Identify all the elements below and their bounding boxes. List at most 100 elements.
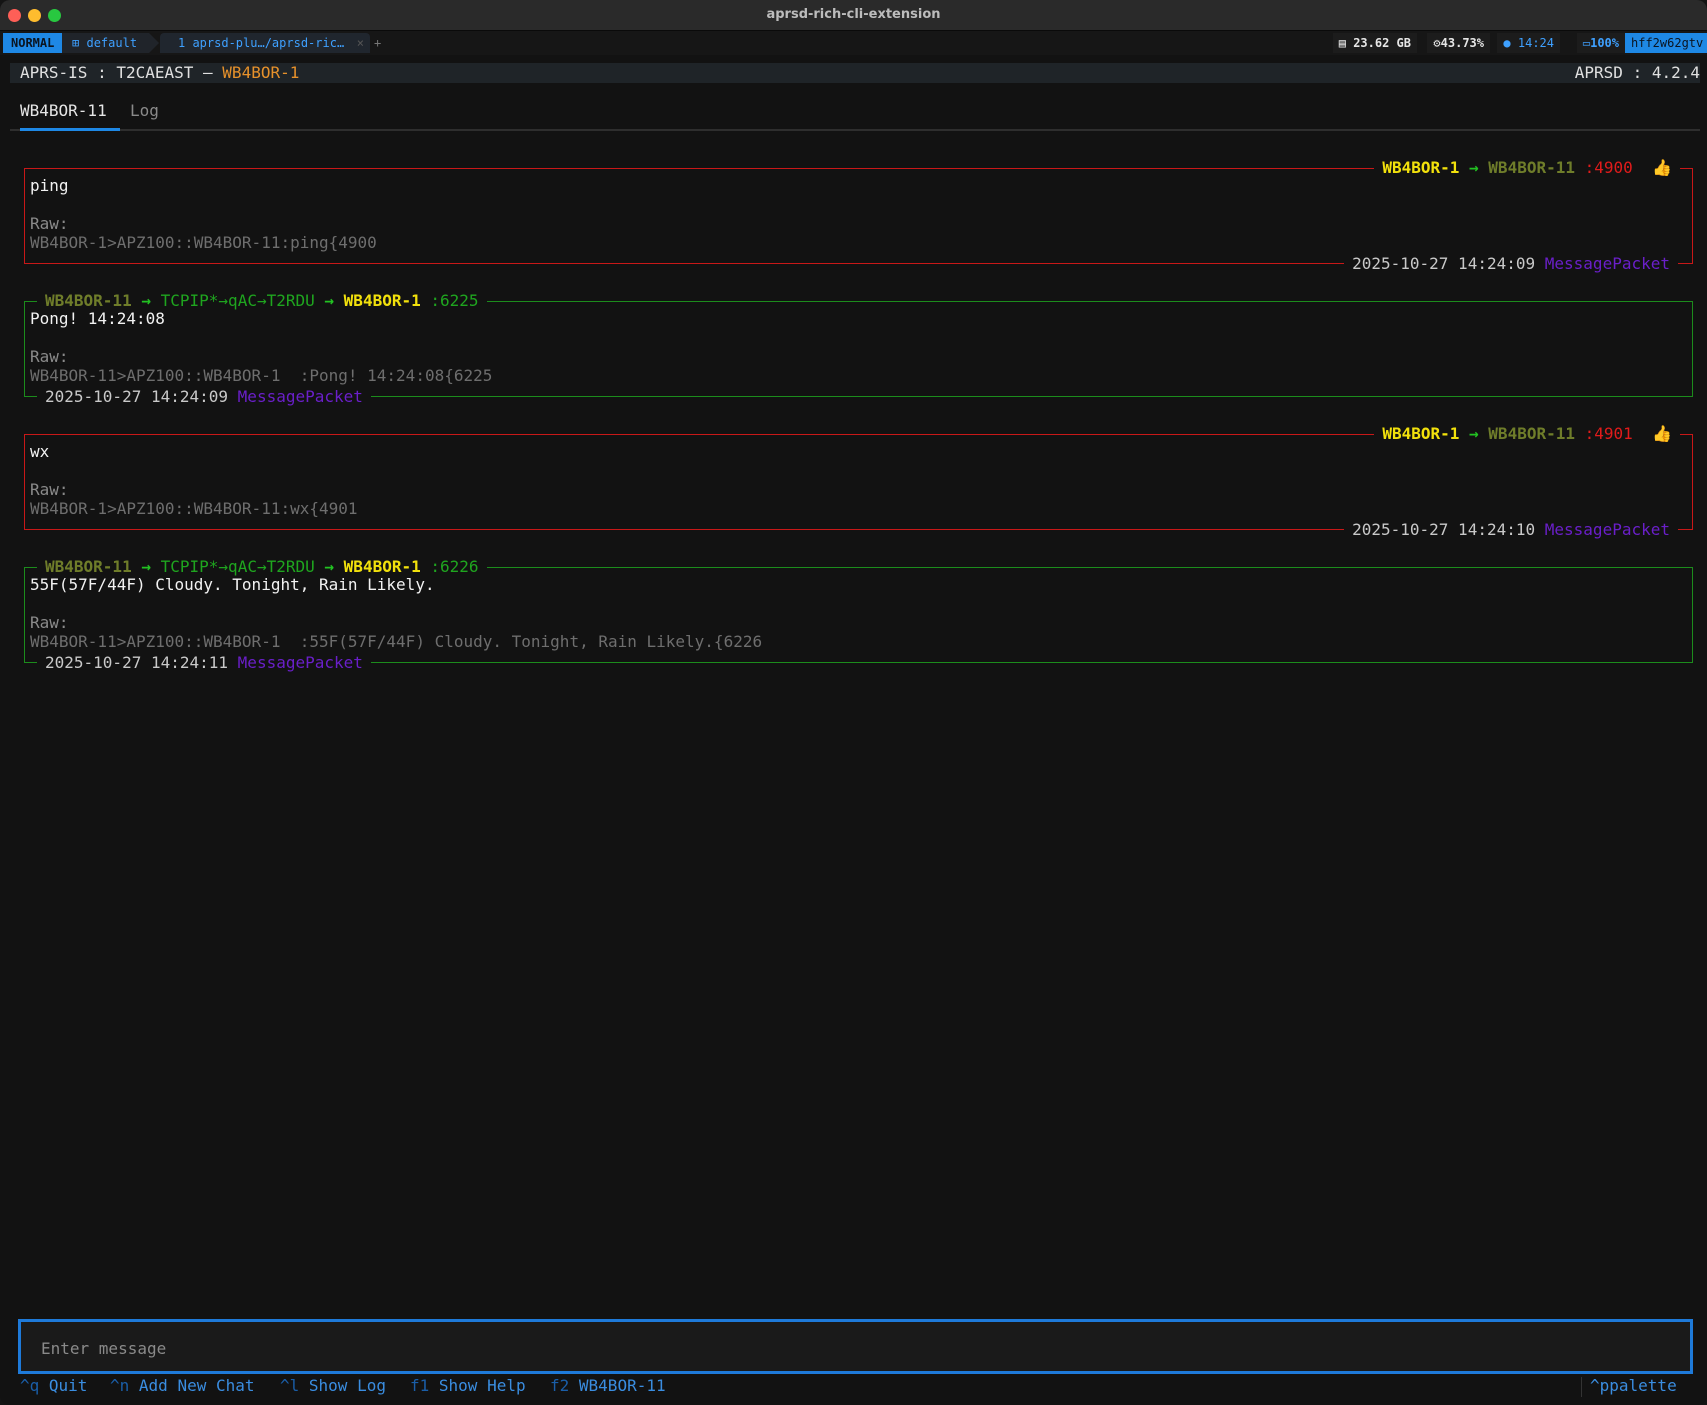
raw-label: Raw: — [30, 613, 69, 632]
message-number: :4901 — [1584, 424, 1633, 443]
terminal-tab[interactable]: 1 aprsd-plu…/aprsd-ric… × — [160, 33, 370, 53]
active-tab-indicator — [20, 128, 120, 131]
title-bar: aprsd-rich-cli-extension — [0, 0, 1707, 31]
message-card: WB4BOR-1 → WB4BOR-11 :4900 👍 ping Raw: W… — [24, 158, 1693, 274]
message-footer: 2025-10-27 14:24:11 MessagePacket — [37, 653, 371, 673]
message-body: wx Raw: WB4BOR-1>APZ100::WB4BOR-11:wx{49… — [30, 442, 358, 518]
arrow: → — [1469, 424, 1479, 443]
app-version: APRSD : 4.2.4 — [1574, 63, 1700, 82]
message-timestamp: 2025-10-27 14:24:09 — [45, 387, 229, 406]
command-palette-binding[interactable]: ^ppalette — [1590, 1375, 1677, 1397]
binding-label: Quit — [48, 1376, 88, 1395]
message-body: ping Raw: WB4BOR-1>APZ100::WB4BOR-11:pin… — [30, 176, 377, 252]
message-body: 55F(57F/44F) Cloudy. Tonight, Rain Likel… — [30, 575, 762, 651]
own-callsign: WB4BOR-1 — [222, 63, 300, 82]
ack-thumbs-up-icon: 👍 — [1652, 424, 1672, 443]
to-callsign: WB4BOR-11 — [1488, 424, 1575, 443]
cpu-value: 43.73% — [1440, 36, 1484, 50]
key: f2 — [550, 1376, 570, 1395]
raw-packet: WB4BOR-11>APZ100::WB4BOR-1 :Pong! 14:24:… — [30, 366, 493, 385]
memory-value: 23.62 GB — [1353, 36, 1411, 50]
mode-indicator: NORMAL — [3, 33, 73, 53]
message-text: wx — [30, 442, 50, 461]
battery-value: 100% — [1590, 36, 1619, 50]
raw-label: Raw: — [30, 214, 69, 233]
packet-type: MessagePacket — [237, 653, 363, 672]
new-tab-button[interactable]: + — [374, 33, 381, 53]
hostname-status: hff2w62gtv — [1625, 33, 1707, 53]
message-timestamp: 2025-10-27 14:24:10 — [1352, 520, 1536, 539]
terminal-window: aprsd-rich-cli-extension NORMAL ⊞ defaul… — [0, 0, 1707, 1405]
session-label: default — [86, 36, 138, 50]
packet-type: MessagePacket — [237, 387, 363, 406]
binding-label: Show Help — [438, 1376, 526, 1395]
packet-type: MessagePacket — [1544, 520, 1670, 539]
multiplexer-status-bar: NORMAL ⊞ default 1 aprsd-plu…/aprsd-ric…… — [0, 31, 1707, 55]
message-timestamp: 2025-10-27 14:24:11 — [45, 653, 229, 672]
memory-status: ▤ 23.62 GB — [1332, 33, 1417, 53]
message-number: :6226 — [430, 557, 479, 576]
message-number: :6225 — [430, 291, 479, 310]
system-status: ▤ 23.62 GB ⚙43.73% ● 14:24 ▭100% hff2w62… — [1332, 33, 1707, 53]
message-footer: 2025-10-27 14:24:09 MessagePacket — [37, 387, 371, 407]
arrow: → — [1469, 158, 1479, 177]
message-header: WB4BOR-11 → TCPIP*→qAC→T2RDU → WB4BOR-1 … — [37, 557, 487, 577]
key: ^l — [280, 1376, 300, 1395]
connection-info: APRS-IS : T2CAEAST — WB4BOR-1 — [20, 63, 299, 83]
clock-status: ● 14:24 — [1497, 33, 1560, 53]
message-header: WB4BOR-1 → WB4BOR-11 :4900 👍 — [1374, 158, 1680, 178]
raw-label: Raw: — [30, 347, 69, 366]
packet-path: TCPIP*→qAC→T2RDU — [160, 291, 315, 310]
message-text: ping — [30, 176, 69, 195]
packet-path: TCPIP*→qAC→T2RDU — [160, 557, 315, 576]
memory-icon: ▤ — [1338, 36, 1346, 50]
to-callsign: WB4BOR-1 — [343, 291, 421, 310]
message-header: WB4BOR-11 → TCPIP*→qAC→T2RDU → WB4BOR-1 … — [37, 291, 487, 311]
grid-icon: ⊞ — [72, 36, 80, 50]
key: ^q — [20, 1376, 40, 1395]
message-text: 55F(57F/44F) Cloudy. Tonight, Rain Likel… — [30, 575, 435, 594]
message-timestamp: 2025-10-27 14:24:09 — [1352, 254, 1536, 273]
message-card: WB4BOR-11 → TCPIP*→qAC→T2RDU → WB4BOR-1 … — [24, 557, 1693, 673]
raw-packet: WB4BOR-1>APZ100::WB4BOR-11:wx{4901 — [30, 499, 358, 518]
raw-packet: WB4BOR-1>APZ100::WB4BOR-11:ping{4900 — [30, 233, 377, 252]
tab-wb4bor-11[interactable]: WB4BOR-11 — [20, 97, 107, 125]
message-footer: 2025-10-27 14:24:09 MessagePacket — [1344, 254, 1678, 274]
cpu-status: ⚙43.73% — [1427, 33, 1490, 53]
arrow: → — [141, 291, 151, 310]
to-callsign: WB4BOR-1 — [343, 557, 421, 576]
close-tab-icon[interactable]: × — [357, 33, 364, 53]
clock-icon: ● — [1503, 36, 1511, 50]
show-help-binding[interactable]: f1 Show Help — [410, 1375, 526, 1397]
session-name[interactable]: ⊞ default — [62, 33, 160, 53]
from-callsign: WB4BOR-1 — [1382, 424, 1460, 443]
aprsd-chat-app: APRS-IS : T2CAEAST — WB4BOR-1 APRSD : 4.… — [10, 55, 1707, 1405]
message-number: :4900 — [1584, 158, 1633, 177]
message-header: WB4BOR-1 → WB4BOR-11 :4901 👍 — [1374, 424, 1680, 444]
quit-binding[interactable]: ^q Quit — [20, 1375, 87, 1397]
message-input[interactable] — [39, 1334, 1643, 1362]
battery-status: ▭100% — [1576, 33, 1625, 53]
app-header: APRS-IS : T2CAEAST — WB4BOR-1 APRSD : 4.… — [10, 63, 1700, 83]
message-footer: 2025-10-27 14:24:10 MessagePacket — [1344, 520, 1678, 540]
tab-log[interactable]: Log — [130, 97, 159, 125]
from-callsign: WB4BOR-11 — [45, 291, 132, 310]
chat-tabs: WB4BOR-11 Log — [10, 97, 1700, 127]
binding-label: ^ppalette — [1590, 1376, 1677, 1395]
key: f1 — [410, 1376, 430, 1395]
switch-chat-binding[interactable]: f2 WB4BOR-11 — [550, 1375, 666, 1397]
packet-type: MessagePacket — [1544, 254, 1670, 273]
arrow: → — [324, 291, 335, 310]
from-callsign: WB4BOR-11 — [45, 557, 132, 576]
ack-thumbs-up-icon: 👍 — [1652, 158, 1672, 177]
show-log-binding[interactable]: ^l Show Log — [280, 1375, 386, 1397]
cpu-icon: ⚙ — [1433, 36, 1441, 50]
connection-label: APRS-IS : T2CAEAST — — [20, 63, 223, 82]
tab-divider — [10, 129, 1700, 131]
add-new-chat-binding[interactable]: ^n Add New Chat — [110, 1375, 255, 1397]
message-body: Pong! 14:24:08 Raw: WB4BOR-11>APZ100::WB… — [30, 309, 492, 385]
battery-icon: ▭ — [1582, 36, 1591, 50]
binding-label: Add New Chat — [138, 1376, 255, 1395]
clock-value: 14:24 — [1517, 36, 1554, 50]
message-input-box — [18, 1319, 1693, 1374]
